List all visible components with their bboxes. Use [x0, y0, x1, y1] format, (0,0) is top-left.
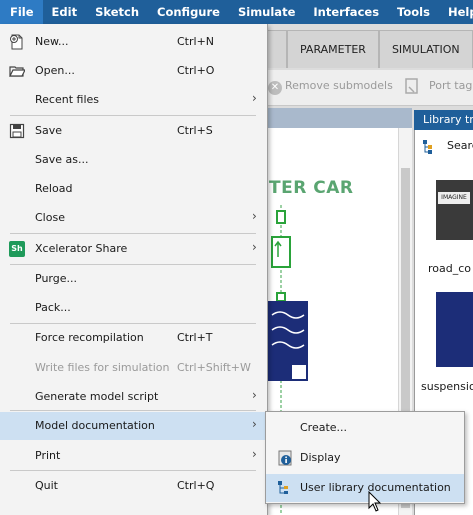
menu-separator — [10, 410, 256, 411]
menu-item-reload[interactable]: Reload — [0, 175, 267, 203]
menu-item-new[interactable]: New... Ctrl+N — [0, 28, 267, 56]
menu-item-label: Force recompilation — [35, 331, 144, 344]
menu-item-open[interactable]: Open... Ctrl+O — [0, 57, 267, 85]
submenu-item-user-library-documentation[interactable]: User library documentation — [266, 474, 464, 502]
open-folder-icon — [9, 66, 25, 77]
chevron-right-icon: › — [252, 388, 257, 402]
menu-item-label: New... — [35, 35, 69, 48]
menu-item-close[interactable]: Close › — [0, 204, 267, 232]
menu-item-shortcut: Ctrl+O — [177, 64, 215, 77]
save-disk-icon — [9, 123, 25, 139]
library-search[interactable]: Searc — [422, 139, 473, 155]
submenu-item-label: Create... — [300, 421, 348, 434]
menu-item-quit[interactable]: Quit Ctrl+Q — [0, 472, 267, 500]
menu-separator — [10, 233, 256, 234]
menu-simulate[interactable]: Simulate — [229, 0, 304, 24]
menu-item-shortcut: Ctrl+N — [177, 35, 215, 48]
menu-item-pack[interactable]: Pack... — [0, 294, 267, 322]
tab-simulation[interactable]: SIMULATION — [378, 30, 473, 68]
submenu-item-label: Display — [300, 451, 341, 464]
library-item-suspension[interactable]: suspensio — [421, 380, 473, 393]
menu-item-shortcut: Ctrl+Shift+W — [177, 361, 251, 374]
library-search-label: Searc — [447, 139, 473, 152]
menu-item-generate-model-script[interactable]: Generate model script › — [0, 383, 267, 411]
model-documentation-submenu: Create... Display User library documenta… — [265, 411, 465, 504]
menu-item-label: Open... — [35, 64, 75, 77]
remove-icon: ✕ — [268, 81, 282, 95]
tab-hidden[interactable] — [265, 30, 287, 68]
menu-item-write-files-for-simulation: Write files for simulation Ctrl+Shift+W — [0, 354, 267, 382]
menu-separator — [10, 470, 256, 471]
chevron-right-icon: › — [252, 240, 257, 254]
port-tag-icon — [405, 78, 418, 94]
menu-bar: File Edit Sketch Configure Simulate Inte… — [0, 0, 473, 24]
toolbar: ✕ Remove submodels Port tag — [265, 70, 473, 106]
menu-item-xcelerator-share[interactable]: Sh Xcelerator Share › — [0, 235, 267, 263]
chevron-right-icon: › — [252, 447, 257, 461]
chevron-right-icon: › — [252, 209, 257, 223]
menu-item-purge[interactable]: Purge... — [0, 265, 267, 293]
menu-edit[interactable]: Edit — [43, 0, 87, 24]
library-tree-icon — [423, 140, 432, 154]
menu-item-label: Recent files — [35, 93, 99, 106]
menu-file[interactable]: File — [0, 0, 43, 24]
xcelerator-share-icon: Sh — [9, 241, 25, 257]
menu-item-save[interactable]: Save Ctrl+S — [0, 117, 267, 145]
menu-item-label: Save — [35, 124, 63, 137]
menu-item-recent-files[interactable]: Recent files › — [0, 86, 267, 114]
menu-item-label: Quit — [35, 479, 58, 492]
library-item-road[interactable]: road_co — [428, 262, 471, 275]
info-icon — [278, 450, 292, 466]
suspension-thumbnail[interactable] — [436, 292, 473, 367]
canvas-header — [265, 108, 412, 128]
menu-item-label: Write files for simulation — [35, 361, 170, 374]
submenu-item-create[interactable]: Create... — [266, 414, 464, 442]
menu-item-print[interactable]: Print › — [0, 442, 267, 470]
menu-item-shortcut: Ctrl+Q — [177, 479, 215, 492]
thumbnail-caption: IMAGINE — [438, 192, 470, 204]
library-tree-title: Library tre — [414, 110, 473, 130]
menu-sketch[interactable]: Sketch — [86, 0, 148, 24]
mouse-pointer-icon — [368, 491, 382, 512]
menu-item-label: Close — [35, 211, 65, 224]
new-file-icon — [10, 34, 23, 50]
library-tree-icon — [278, 481, 288, 494]
menu-item-label: Purge... — [35, 272, 77, 285]
model-title: TER CAR — [269, 178, 354, 198]
road-thumbnail[interactable]: IMAGINE — [436, 180, 473, 240]
menu-help[interactable]: Help — [439, 0, 473, 24]
menu-configure[interactable]: Configure — [148, 0, 229, 24]
menu-item-label: Reload — [35, 182, 73, 195]
remove-submodels-button[interactable]: Remove submodels — [285, 79, 393, 92]
menu-item-shortcut: Ctrl+S — [177, 124, 213, 137]
menu-item-label: Generate model script — [35, 390, 159, 403]
chevron-right-icon: › — [252, 91, 257, 105]
tab-parameter[interactable]: PARAMETER — [287, 30, 379, 68]
menu-item-label: Xcelerator Share — [35, 242, 128, 255]
mode-tabs: PARAMETER SIMULATION — [265, 30, 473, 68]
menu-item-label: Pack... — [35, 301, 71, 314]
menu-item-label: Model documentation — [35, 419, 155, 432]
port-tag-button[interactable]: Port tag — [429, 79, 472, 92]
file-menu-dropdown: New... Ctrl+N Open... Ctrl+O Recent file… — [0, 24, 268, 515]
menu-item-shortcut: Ctrl+T — [177, 331, 213, 344]
menu-item-force-recompilation[interactable]: Force recompilation Ctrl+T — [0, 324, 267, 352]
menu-tools[interactable]: Tools — [388, 0, 439, 24]
chevron-right-icon: › — [252, 417, 257, 431]
menu-item-model-documentation[interactable]: Model documentation › — [0, 412, 267, 440]
menu-interfaces[interactable]: Interfaces — [304, 0, 388, 24]
menu-item-label: Save as... — [35, 153, 89, 166]
submenu-item-display[interactable]: Display — [266, 444, 464, 472]
menu-item-save-as[interactable]: Save as... — [0, 146, 267, 174]
menu-item-label: Print — [35, 449, 61, 462]
menu-separator — [10, 115, 256, 116]
